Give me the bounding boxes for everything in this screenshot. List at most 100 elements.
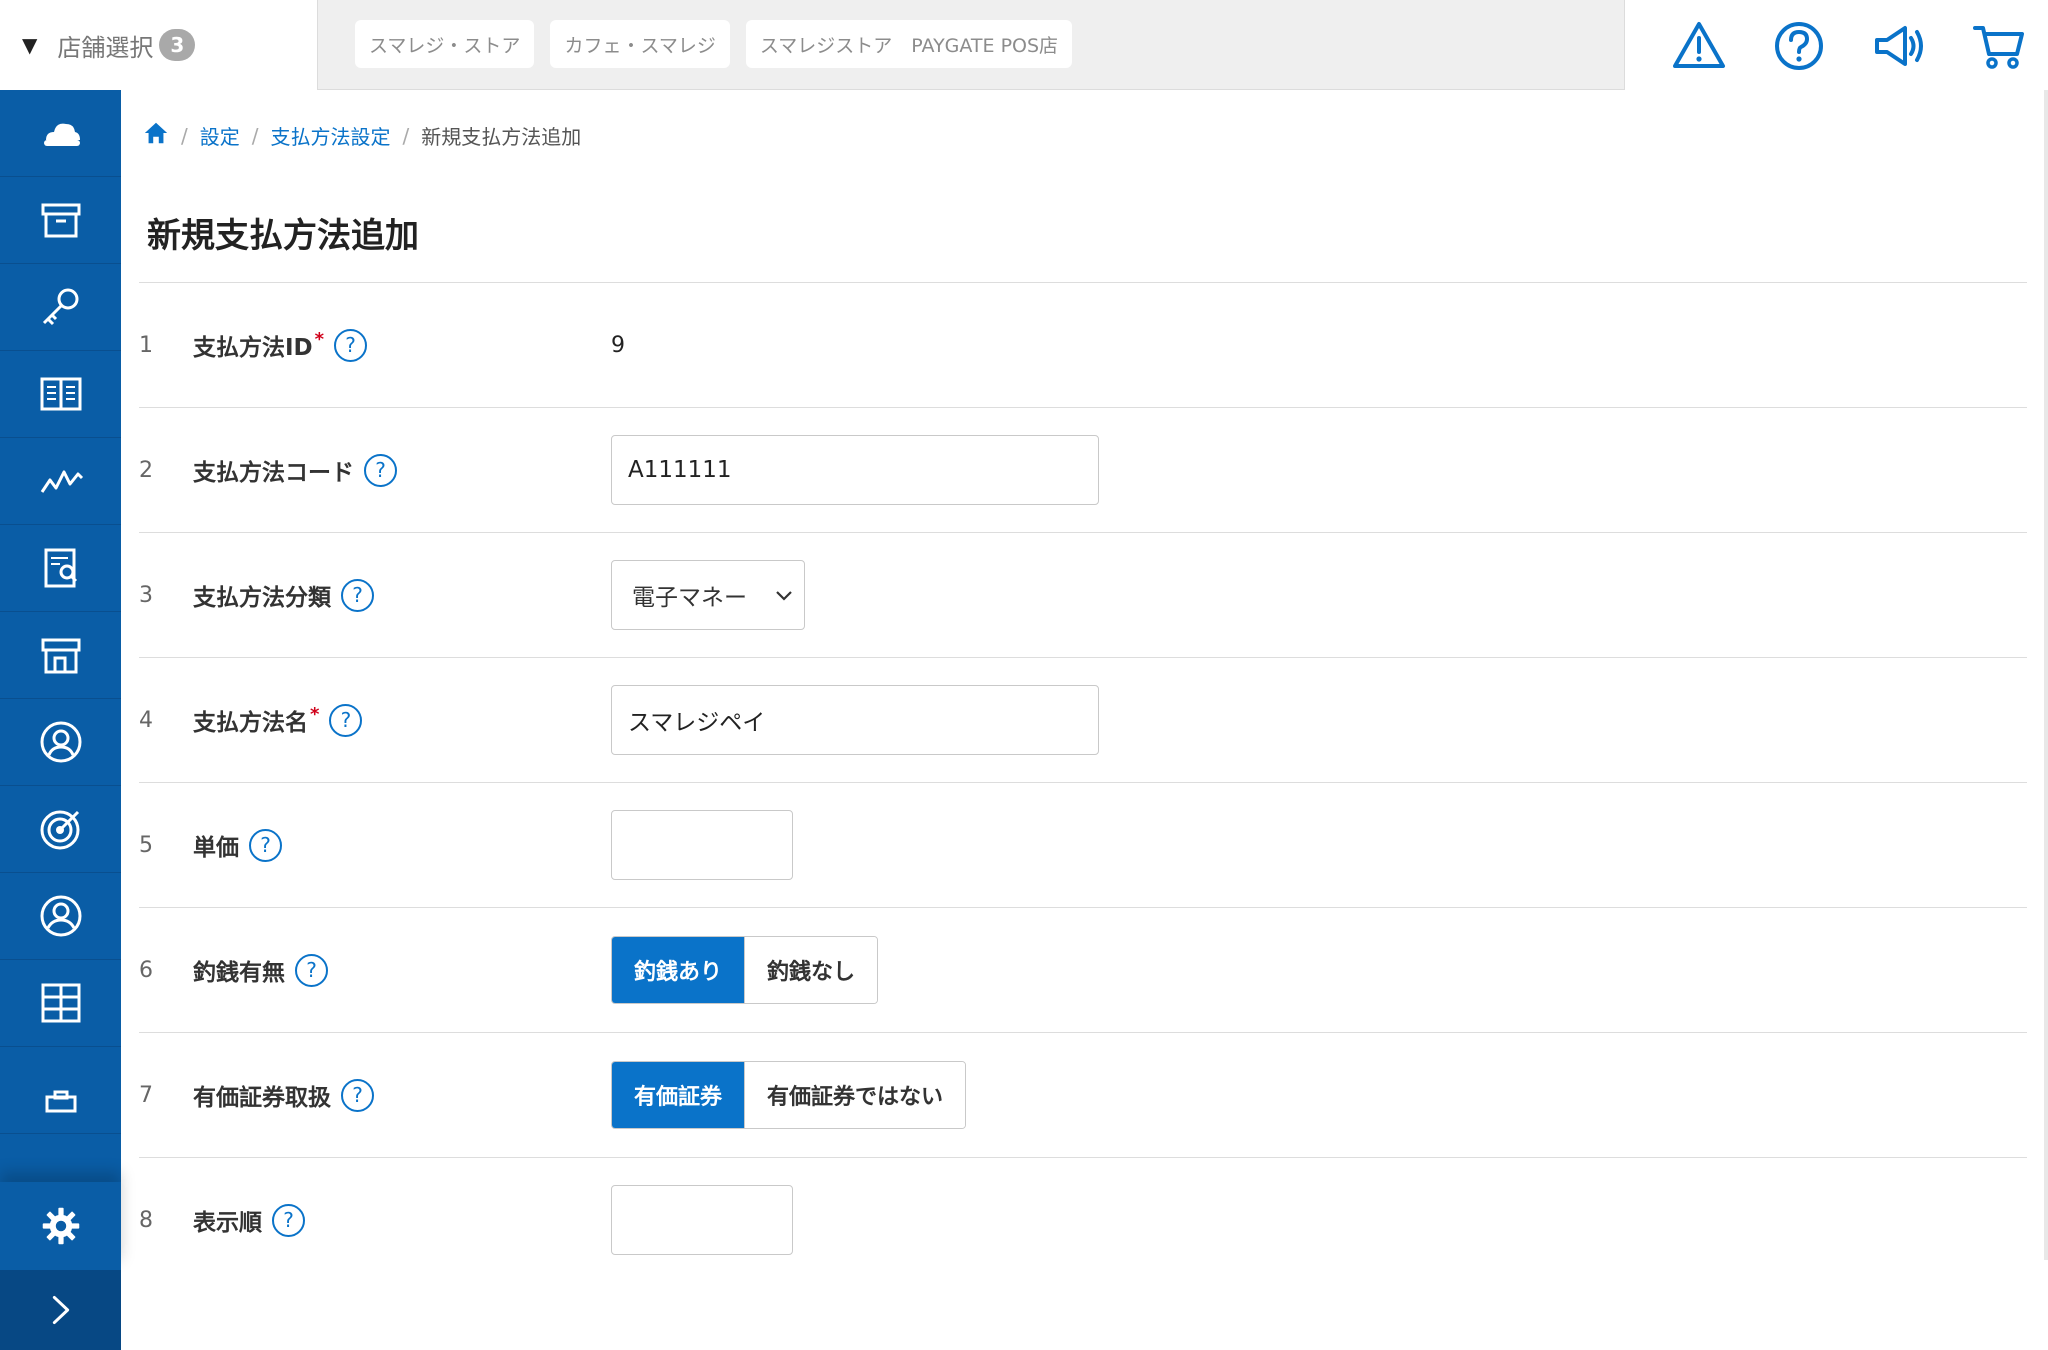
field-label-text: 釣銭有無 — [193, 960, 285, 986]
store-count-badge: 3 — [159, 29, 196, 61]
key-icon[interactable] — [0, 264, 121, 351]
help-icon[interactable]: ? — [341, 578, 374, 612]
row-number: 7 — [139, 1082, 153, 1108]
target-icon[interactable] — [0, 786, 121, 873]
field-label-text: 支払方法名 — [193, 710, 308, 736]
home-icon[interactable] — [143, 120, 169, 151]
customer-icon[interactable] — [0, 699, 121, 786]
top-bar: ▼ 店舗選択 3 スマレジ・ストア カフェ・スマレジ スマレジストア PAYGA… — [0, 0, 2048, 90]
change-toggle-group: 釣銭あり 釣銭なし — [611, 936, 879, 1004]
breadcrumb-current: 新規支払方法追加 — [421, 125, 582, 149]
form-row-securities: 7 有価証券取扱 ? 有価証券 有価証券ではない — [139, 1033, 2027, 1158]
page-title: 新規支払方法追加 — [147, 216, 419, 256]
required-mark: * — [314, 329, 325, 350]
change-yes-button[interactable]: 釣銭あり — [612, 937, 745, 1003]
cart-icon[interactable] — [1971, 18, 2027, 74]
field-label-text: 有価証券取扱 — [193, 1085, 331, 1111]
help-icon[interactable]: ? — [295, 953, 328, 987]
store-tab[interactable]: スマレジ・ストア — [355, 20, 535, 68]
form-row-unit-price: 5 単価 ? — [139, 783, 2027, 908]
field-value — [611, 658, 1099, 782]
field-label: 支払方法ID * ? — [193, 283, 368, 407]
scrollbar-track[interactable] — [2044, 90, 2048, 1260]
unit-price-input[interactable] — [611, 810, 793, 880]
store-tab[interactable]: スマレジストア PAYGATE POS店 — [745, 20, 1073, 68]
triangle-down-icon: ▼ — [22, 33, 38, 57]
breadcrumb-link-payment-settings[interactable]: 支払方法設定 — [271, 121, 391, 150]
sidebar — [0, 90, 121, 1350]
form-row-payment-code: 2 支払方法コード ? — [139, 408, 2027, 533]
payment-category-select[interactable]: 電子マネー — [611, 560, 805, 630]
securities-yes-button[interactable]: 有価証券 — [612, 1062, 745, 1128]
field-label-text: 支払方法コード — [193, 460, 354, 486]
row-number: 1 — [139, 332, 153, 358]
payment-name-input[interactable] — [611, 685, 1099, 755]
field-label-text: 支払方法分類 — [193, 585, 331, 611]
form-row-payment-id: 1 支払方法ID * ? 9 — [139, 283, 2027, 408]
cloud-icon[interactable] — [0, 90, 121, 177]
row-number: 4 — [139, 707, 153, 733]
help-icon[interactable]: ? — [329, 703, 363, 737]
form-row-display-order: 8 表示順 ? — [139, 1158, 2027, 1283]
field-value: 電子マネー — [611, 533, 805, 657]
display-order-input[interactable] — [611, 1185, 793, 1255]
field-value: 9 — [611, 283, 625, 407]
required-mark: * — [310, 704, 320, 725]
settings-button[interactable] — [0, 1182, 121, 1270]
main-content: / 設定 / 支払方法設定 / 新規支払方法追加 新規支払方法追加 1 支払方法… — [121, 90, 2048, 1260]
field-label: 単価 ? — [193, 783, 282, 907]
store-select-label: 店舗選択 — [57, 33, 154, 62]
breadcrumb-link-settings[interactable]: 設定 — [200, 121, 240, 150]
field-label-text: 支払方法ID — [193, 335, 313, 361]
field-label: 有価証券取扱 ? — [193, 1033, 374, 1157]
sidebar-expand-button[interactable] — [0, 1270, 121, 1350]
field-label: 支払方法コード ? — [193, 408, 397, 532]
breadcrumb-separator: / — [402, 123, 410, 148]
store-icon[interactable] — [0, 612, 121, 699]
row-number: 6 — [139, 957, 153, 983]
securities-toggle-group: 有価証券 有価証券ではない — [611, 1061, 967, 1129]
store-tab[interactable]: カフェ・スマレジ — [550, 20, 730, 68]
field-value — [611, 408, 1099, 532]
field-value — [611, 1158, 793, 1282]
megaphone-icon[interactable] — [1871, 18, 1927, 74]
field-value: 有価証券 有価証券ではない — [611, 1033, 967, 1157]
help-circle-icon[interactable] — [1771, 18, 1827, 74]
form-row-payment-category: 3 支払方法分類 ? 電子マネー — [139, 533, 2027, 658]
field-label-text: 単価 — [193, 835, 239, 861]
store-select-dropdown[interactable]: ▼ 店舗選択 3 — [0, 0, 318, 90]
help-icon[interactable]: ? — [272, 1203, 305, 1237]
change-no-button[interactable]: 釣銭なし — [744, 937, 878, 1003]
top-right-actions — [1624, 0, 2048, 90]
row-number: 2 — [139, 457, 153, 483]
row-number: 8 — [139, 1207, 153, 1233]
form-row-change: 6 釣銭有無 ? 釣銭あり 釣銭なし — [139, 908, 2027, 1033]
breadcrumb: / 設定 / 支払方法設定 / 新規支払方法追加 — [143, 120, 581, 151]
grid-icon[interactable] — [0, 960, 121, 1047]
breadcrumb-separator: / — [251, 123, 259, 148]
chevron-down-icon — [776, 591, 792, 601]
help-icon[interactable]: ? — [249, 828, 282, 862]
help-icon[interactable]: ? — [334, 328, 368, 362]
warning-icon[interactable] — [1671, 18, 1727, 74]
help-icon[interactable]: ? — [364, 453, 397, 487]
line-chart-icon[interactable] — [0, 438, 121, 525]
gear-icon — [42, 1207, 79, 1245]
report-search-icon[interactable] — [0, 525, 121, 612]
form-row-payment-name: 4 支払方法名 * ? — [139, 658, 2027, 783]
row-number: 5 — [139, 832, 153, 858]
clipboard-icon[interactable] — [0, 1047, 121, 1134]
select-value: 電子マネー — [632, 585, 747, 611]
field-label: 釣銭有無 ? — [193, 908, 328, 1032]
payment-id-value: 9 — [611, 332, 625, 358]
book-icon[interactable] — [0, 351, 121, 438]
field-label: 表示順 ? — [193, 1158, 305, 1282]
help-icon[interactable]: ? — [341, 1078, 374, 1112]
field-label: 支払方法名 * ? — [193, 658, 363, 782]
securities-no-button[interactable]: 有価証券ではない — [744, 1062, 966, 1128]
user-icon[interactable] — [0, 873, 121, 960]
field-label: 支払方法分類 ? — [193, 533, 374, 657]
field-value — [611, 783, 793, 907]
archive-box-icon[interactable] — [0, 177, 121, 264]
payment-code-input[interactable] — [611, 435, 1099, 505]
